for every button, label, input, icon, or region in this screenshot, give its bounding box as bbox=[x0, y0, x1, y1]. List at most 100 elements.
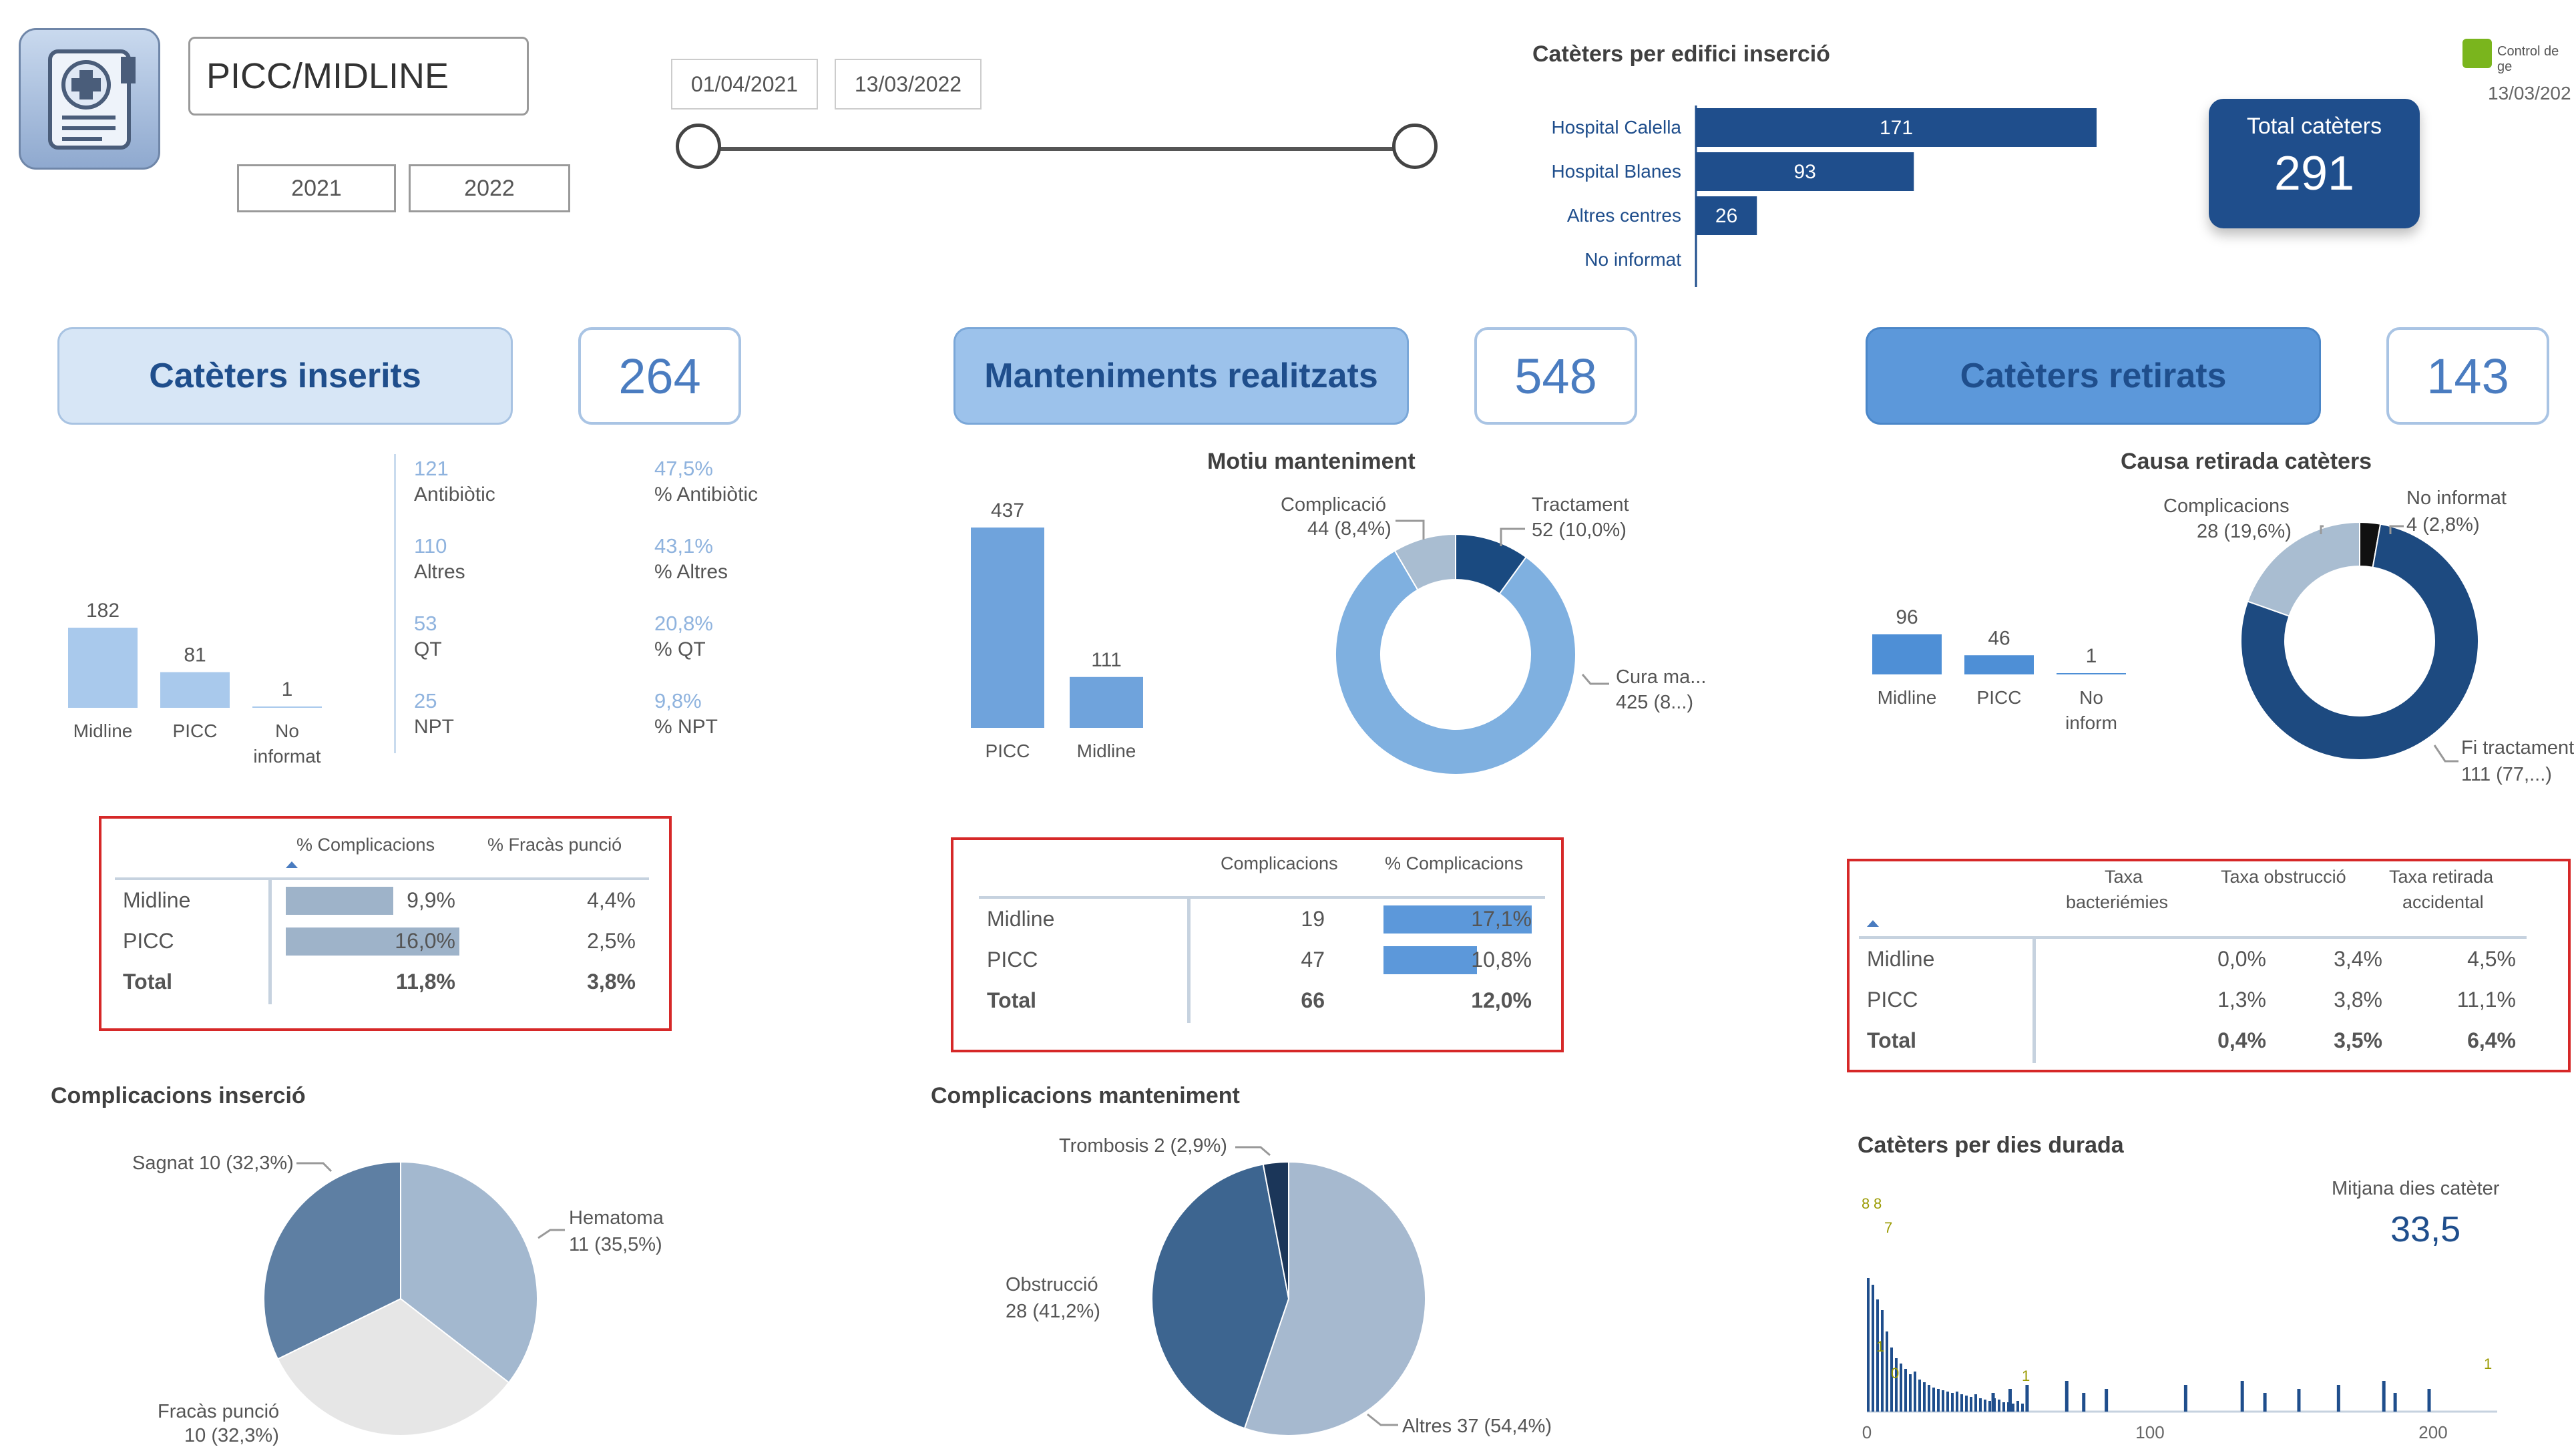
histogram-bar bbox=[1988, 1401, 1991, 1412]
date-end-value: 13/03/2022 bbox=[854, 71, 962, 96]
table-cell: 9,9% bbox=[407, 888, 455, 912]
histogram-peak-label: 8 bbox=[1862, 1195, 1870, 1212]
histogram-peak-label: 7 bbox=[1884, 1219, 1892, 1236]
year-label: 2021 bbox=[291, 175, 342, 201]
histogram-bar bbox=[2021, 1404, 2024, 1412]
manteniments-table-body: Midline 19 17,1% PICC 47 10,8% Total 66 12,0% bbox=[979, 901, 1545, 1026]
histogram-bar bbox=[1923, 1382, 1926, 1412]
histogram-bar bbox=[2025, 1385, 2029, 1412]
hospital-bar-value: 93 bbox=[1793, 161, 1815, 183]
manteniments-button[interactable]: Manteniments realitzats bbox=[953, 327, 1409, 425]
total-card: Total catèters 291 bbox=[2209, 99, 2420, 228]
bar-category-label: Midline bbox=[73, 720, 133, 741]
histogram-bar bbox=[2393, 1393, 2397, 1412]
hospital-bar-label: Hospital Calella bbox=[1551, 117, 1681, 138]
table-cell: 2,5% bbox=[587, 929, 636, 953]
bar-value-label: 437 bbox=[991, 499, 1024, 522]
histogram-bar bbox=[2427, 1389, 2431, 1412]
bar bbox=[252, 706, 322, 708]
year-button-2021[interactable]: 2021 bbox=[237, 164, 396, 212]
ret-header-obst[interactable]: Taxa obstrucció bbox=[2221, 867, 2346, 887]
table-cell: 3,8% bbox=[2334, 988, 2382, 1012]
bar-category-label: No bbox=[275, 720, 299, 741]
ret-header-acc-b[interactable]: accidental bbox=[2402, 892, 2484, 913]
table-cell: 1,3% bbox=[2217, 988, 2266, 1012]
inserits-bar-chart: 182 Midline 81 PICC 1 No informat bbox=[68, 600, 322, 767]
insercio-text-hem-b: 11 (35,5%) bbox=[569, 1234, 662, 1255]
insercio-pie-title: Complicacions inserció bbox=[51, 1083, 306, 1108]
table-row-name: Total bbox=[123, 970, 173, 994]
date-slider-handle-end[interactable] bbox=[1392, 124, 1438, 169]
year-label: 2022 bbox=[464, 175, 515, 201]
table-cell: 3,5% bbox=[2334, 1028, 2382, 1052]
histogram-bar bbox=[1881, 1310, 1884, 1412]
bar bbox=[1070, 676, 1143, 728]
year-button-2022[interactable]: 2022 bbox=[409, 164, 570, 212]
bar-category-label: PICC bbox=[1977, 687, 2022, 708]
insercio-text-hem-a: Hematoma bbox=[569, 1207, 664, 1229]
histogram-bar bbox=[2082, 1393, 2086, 1412]
table-row-name: Midline bbox=[1867, 947, 1935, 971]
kpi-value: 25 bbox=[414, 689, 437, 712]
hospital-bar-label: Hospital Blanes bbox=[1551, 161, 1681, 182]
mant-header-pct[interactable]: % Complicacions bbox=[1385, 853, 1523, 874]
causa-text-fi: 111 (77,...) bbox=[2461, 764, 2552, 785]
histogram-peak-label: 8 bbox=[1874, 1195, 1882, 1212]
histogram-bar bbox=[1998, 1400, 2000, 1412]
mant-text-trom: Trombosis 2 (2,9%) bbox=[1059, 1135, 1227, 1157]
bar bbox=[160, 672, 230, 708]
bar-category-label: PICC bbox=[173, 720, 218, 741]
histogram-bar bbox=[1918, 1380, 1921, 1412]
motiu-leader-lines bbox=[1396, 520, 1609, 685]
ret-header-bact-a[interactable]: Taxa bbox=[2105, 867, 2143, 887]
kpi-pct-label: % QT bbox=[654, 638, 706, 660]
histogram-bar bbox=[1965, 1396, 1968, 1412]
kpi-label: Antibiòtic bbox=[414, 483, 495, 505]
hospital-bar-chart: Hospital Calella 171 Hospital Blanes 93 Altr… bbox=[1551, 106, 2097, 287]
kpi-value: 53 bbox=[414, 612, 437, 635]
histogram-bar bbox=[1876, 1299, 1879, 1412]
table-cell: 3,8% bbox=[587, 970, 636, 994]
durada-tick-label: 0 bbox=[1862, 1422, 1872, 1442]
kpi-pct-label: % Altres bbox=[654, 561, 728, 583]
durada-tick-label: 200 bbox=[2418, 1422, 2447, 1442]
histogram-peak-label: 1 bbox=[2484, 1356, 2492, 1372]
date-slider-handle-start[interactable] bbox=[676, 124, 721, 169]
inserits-kpis: 121 Antibiòtic 47,5% % Antibiòtic 110 Altres 4… bbox=[414, 457, 841, 764]
table-cell: 4,5% bbox=[2467, 947, 2516, 971]
mant-header-comp[interactable]: Complicacions bbox=[1221, 853, 1338, 874]
inserits-button[interactable]: Catèters inserits bbox=[57, 327, 513, 425]
inserits-label: Catèters inserits bbox=[149, 357, 421, 395]
mant-leader-lines bbox=[1235, 1146, 1398, 1426]
date-end-input[interactable]: 13/03/2022 bbox=[835, 59, 982, 110]
histogram-bar bbox=[1928, 1385, 1930, 1412]
histogram-bar bbox=[1956, 1392, 1958, 1412]
sort-arrow-icon bbox=[1867, 920, 1879, 927]
hospital-bar-value: 26 bbox=[1715, 205, 1737, 227]
brand-logo-icon bbox=[2462, 39, 2492, 68]
ret-header-acc-a[interactable]: Taxa retirada bbox=[2389, 867, 2493, 887]
table-cell: 66 bbox=[1301, 988, 1325, 1012]
date-start-input[interactable]: 01/04/2021 bbox=[671, 59, 818, 110]
bar bbox=[68, 628, 138, 708]
histogram-bar bbox=[1960, 1394, 1963, 1412]
retirats-bar-chart: 96 Midline 46 PICC 1 No inform bbox=[1872, 606, 2126, 733]
histogram-bar bbox=[2183, 1385, 2187, 1412]
histogram-bar bbox=[1937, 1389, 1940, 1412]
table-row-name: PICC bbox=[1867, 988, 1918, 1012]
retirats-button[interactable]: Catèters retirats bbox=[1866, 327, 2321, 425]
kpi-label: QT bbox=[414, 638, 442, 660]
date-start-value: 01/04/2021 bbox=[690, 71, 799, 96]
durada-title: Catèters per dies durada bbox=[1858, 1132, 2124, 1158]
table-header-rule bbox=[115, 877, 649, 880]
total-card-value: 291 bbox=[2274, 147, 2355, 200]
histogram-bar bbox=[1984, 1400, 1986, 1412]
app-title-box[interactable]: PICC/MIDLINE bbox=[188, 37, 529, 116]
histogram-bar bbox=[2263, 1393, 2267, 1412]
ret-header-bact-b[interactable]: bacteriémies bbox=[2066, 892, 2168, 913]
inserits-header-fracas[interactable]: % Fracàs punció bbox=[487, 835, 622, 855]
date-slider-track[interactable] bbox=[701, 147, 1416, 151]
hospital-bar-value: 171 bbox=[1880, 117, 1913, 139]
kpi-pct-label: % NPT bbox=[654, 716, 718, 738]
inserits-header-comp[interactable]: % Complicacions bbox=[296, 835, 435, 855]
